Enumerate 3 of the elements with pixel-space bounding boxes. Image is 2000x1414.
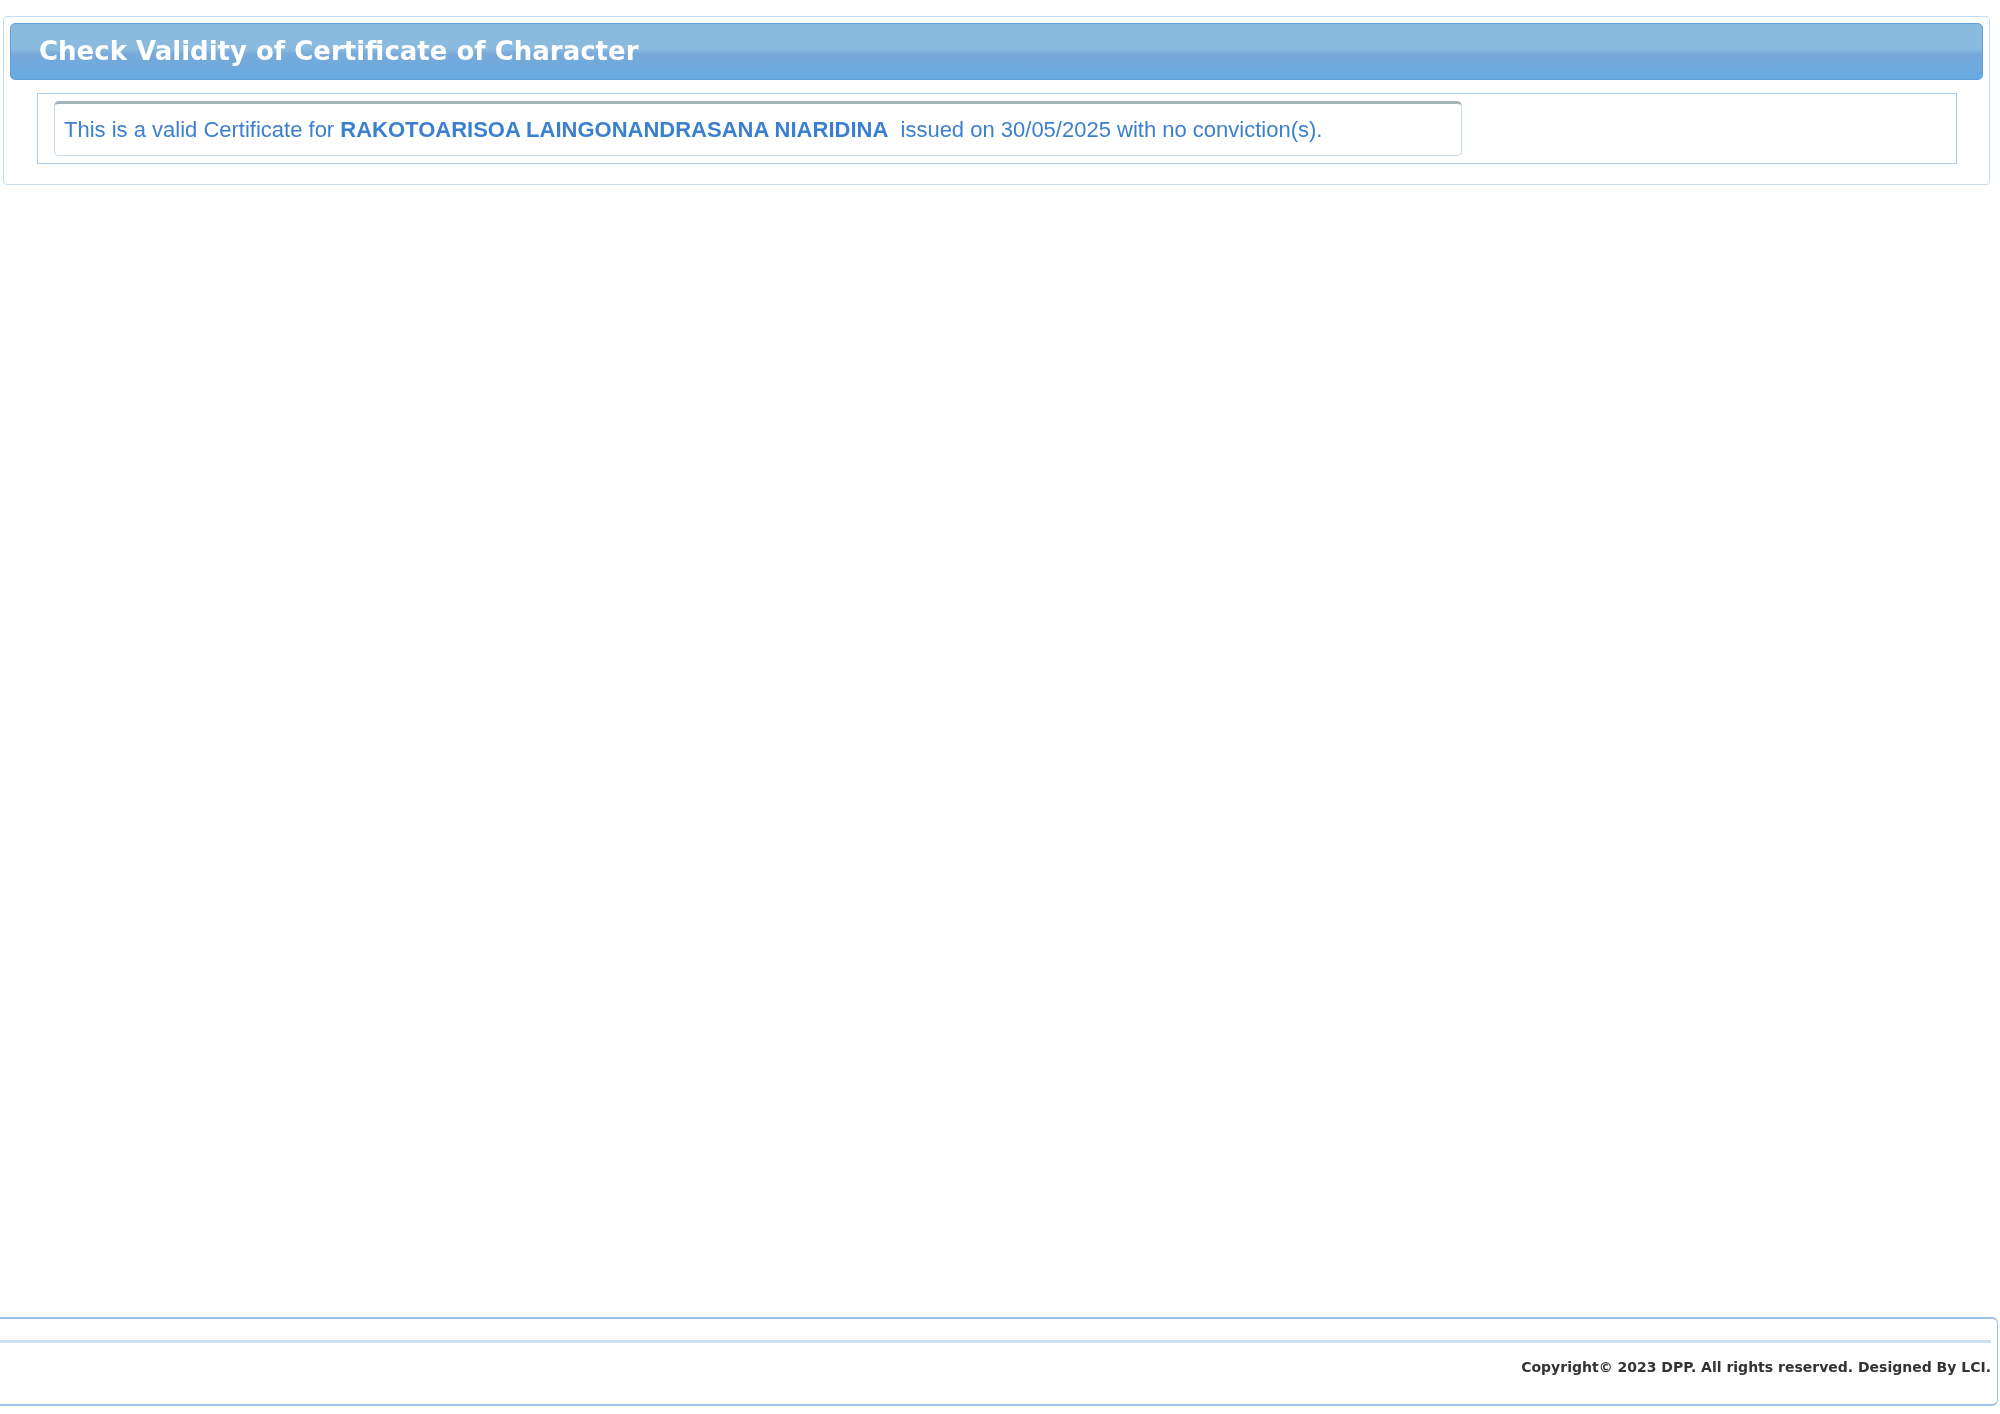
panel-title: Check Validity of Certificate of Character (39, 35, 639, 68)
validity-message: This is a valid Certificate for RAKOTOARISOA LAINGONANDRASANA NIARIDINA issued on 30/05/2025 with no conviction(s). (64, 116, 1323, 144)
copyright-text: Copyright© 2023 DPP. All rights reserved. Designed By LCI. (1521, 1358, 1991, 1377)
